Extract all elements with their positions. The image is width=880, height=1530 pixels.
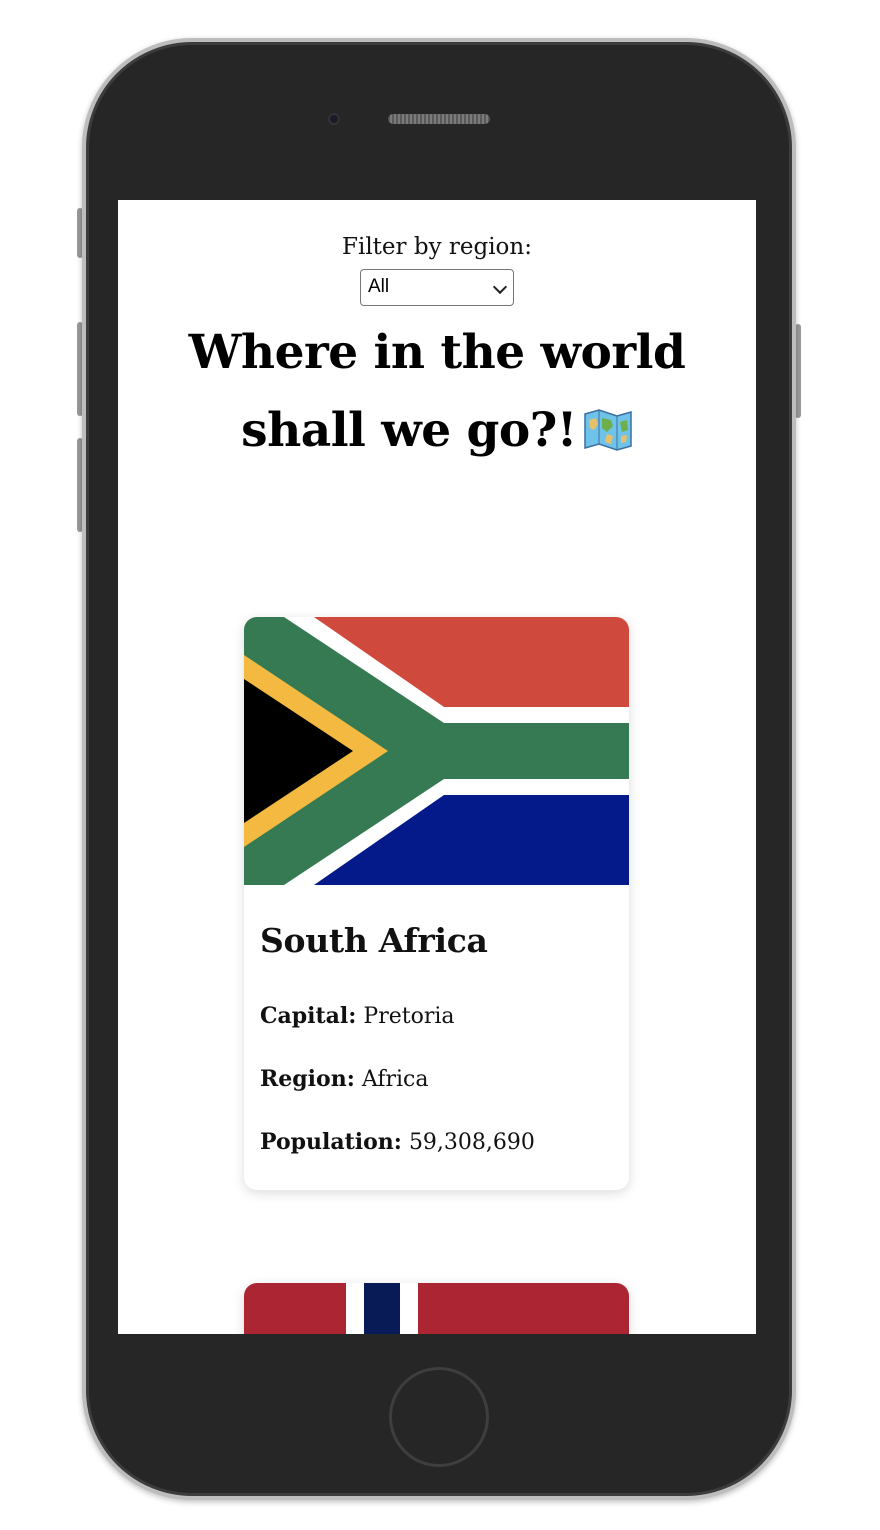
home-button[interactable] [389, 1367, 489, 1467]
filter-label: Filter by region: [342, 234, 532, 260]
country-name: South Africa [260, 921, 488, 960]
population-label: Population: [260, 1129, 402, 1155]
norway-flag [244, 1283, 629, 1334]
region-select-value: All [368, 276, 390, 297]
south-africa-flag [244, 617, 629, 885]
app-screen: Filter by region: All Where in the world… [118, 200, 756, 1334]
capital-label: Capital: [260, 1003, 357, 1029]
country-card[interactable] [244, 1283, 629, 1334]
earpiece-speaker [388, 114, 490, 124]
region-select[interactable]: All [360, 269, 514, 306]
chevron-down-icon [492, 279, 508, 295]
population-row: Population: 59,308,690 [260, 1130, 613, 1155]
capital-row: Capital: Pretoria [260, 1004, 613, 1029]
region-row: Region: Africa [260, 1067, 613, 1092]
front-camera [328, 113, 340, 125]
region-label: Region: [260, 1066, 355, 1092]
world-map-icon [583, 398, 633, 451]
country-card[interactable]: South Africa Capital: Pretoria Region: A… [244, 617, 629, 1190]
region-value: Africa [361, 1067, 429, 1092]
population-value: 59,308,690 [408, 1130, 535, 1155]
capital-value: Pretoria [363, 1004, 455, 1029]
page-title: Where in the world shall we go?! [128, 314, 746, 470]
